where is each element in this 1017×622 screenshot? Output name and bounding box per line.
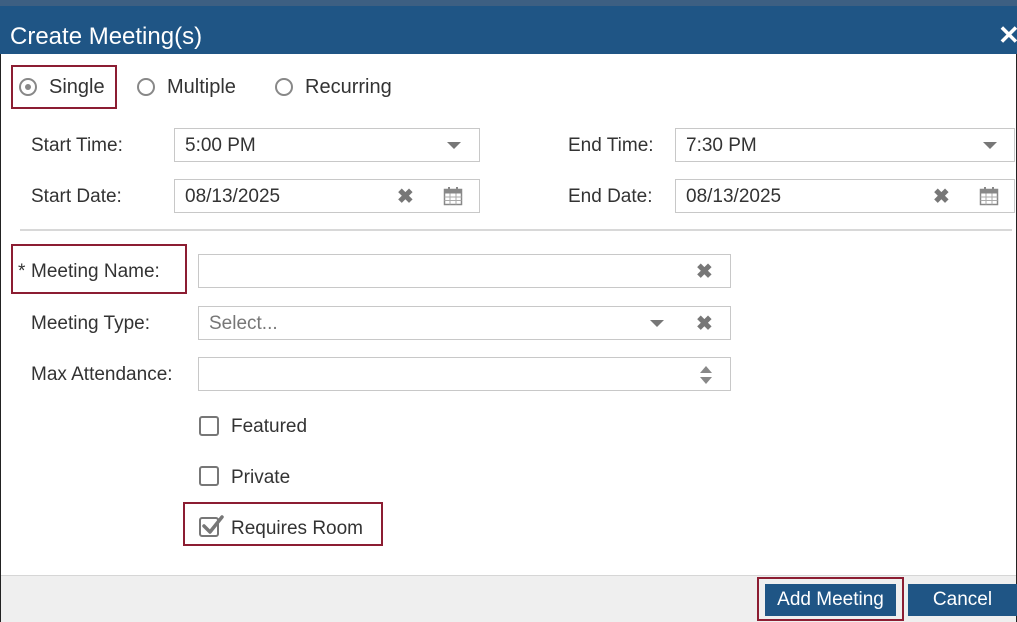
radio-recurring-label: Recurring [305, 75, 392, 98]
clear-x-icon[interactable]: ✖ [696, 314, 713, 334]
required-marker: * [18, 261, 26, 282]
cancel-button[interactable]: Cancel [908, 584, 1017, 616]
end-date-value: 08/13/2025 [686, 186, 782, 207]
clear-x-icon[interactable]: ✖ [696, 262, 713, 282]
calendar-icon[interactable] [979, 186, 999, 206]
featured-checkbox[interactable] [199, 416, 219, 436]
checkmark-icon [202, 515, 224, 534]
meeting-type-label: Meeting Type: [31, 313, 151, 334]
start-time-label: Start Time: [31, 135, 123, 156]
spinner-arrows-icon[interactable] [699, 365, 713, 385]
meeting-name-label: Meeting Name: [31, 261, 160, 282]
chevron-down-icon[interactable] [447, 142, 461, 149]
chevron-down-icon[interactable] [983, 142, 997, 149]
dialog-titlebar: Create Meeting(s) ✕ [0, 6, 1017, 54]
requires-room-checkbox[interactable] [199, 515, 224, 537]
meeting-name-input[interactable]: ✖ [198, 254, 731, 288]
end-date-label: End Date: [568, 186, 653, 207]
end-date-input[interactable]: 08/13/2025 ✖ [675, 179, 1015, 213]
end-time-label: End Time: [568, 135, 654, 156]
start-date-label: Start Date: [31, 186, 122, 207]
max-attendance-label: Max Attendance: [31, 364, 173, 385]
max-attendance-input[interactable] [198, 357, 731, 391]
end-time-select[interactable]: 7:30 PM [675, 128, 1015, 162]
dialog-title: Create Meeting(s) [10, 23, 203, 50]
start-time-select[interactable]: 5:00 PM [174, 128, 480, 162]
private-label: Private [231, 467, 291, 488]
radio-single-label: Single [49, 75, 105, 98]
private-checkbox[interactable] [199, 466, 219, 486]
clear-x-icon[interactable]: ✖ [397, 187, 414, 207]
radio-option-recurring[interactable]: Recurring [275, 70, 392, 104]
clear-x-icon[interactable]: ✖ [933, 187, 950, 207]
radio-recurring-icon[interactable] [275, 78, 293, 96]
add-meeting-button[interactable]: Add Meeting [765, 584, 896, 616]
start-date-input[interactable]: 08/13/2025 ✖ [174, 179, 480, 213]
chevron-down-icon[interactable] [650, 320, 664, 327]
start-date-value: 08/13/2025 [185, 186, 281, 207]
radio-multiple-icon[interactable] [137, 78, 155, 96]
section-divider [20, 229, 1012, 231]
close-icon[interactable]: ✕ [998, 20, 1017, 50]
meeting-type-placeholder: Select... [209, 313, 278, 334]
end-time-value: 7:30 PM [686, 135, 757, 156]
radio-option-multiple[interactable]: Multiple [137, 70, 236, 104]
calendar-icon[interactable] [443, 186, 463, 206]
meeting-type-select[interactable]: Select... ✖ [198, 306, 731, 340]
radio-option-single[interactable]: Single [19, 70, 105, 104]
start-time-value: 5:00 PM [185, 135, 256, 156]
radio-single-icon[interactable] [19, 78, 37, 96]
requires-room-label: Requires Room [231, 518, 363, 539]
radio-multiple-label: Multiple [167, 75, 236, 98]
featured-label: Featured [231, 416, 308, 437]
